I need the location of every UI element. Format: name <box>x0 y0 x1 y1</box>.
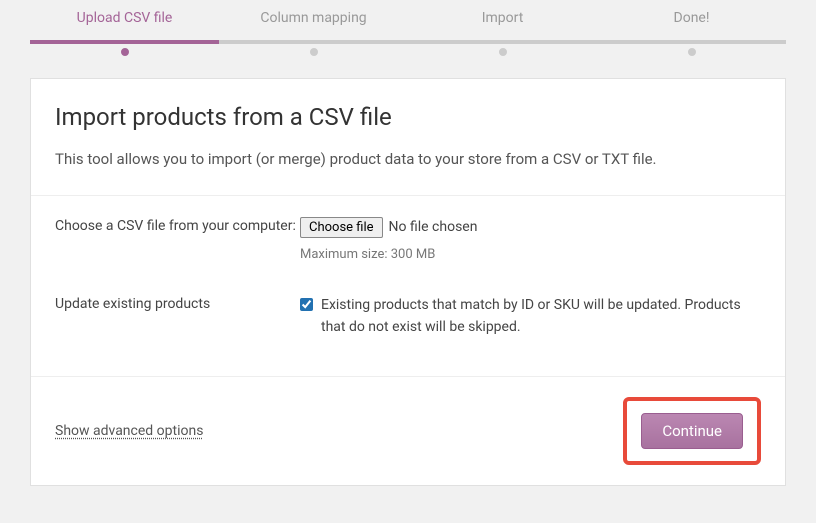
progress-stepper: Upload CSV file Column mapping Import Do… <box>30 0 786 50</box>
step-label: Upload CSV file <box>77 10 173 26</box>
step-upload: Upload CSV file <box>30 10 219 50</box>
update-existing-checkbox[interactable] <box>300 297 313 312</box>
card-footer: Show advanced options Continue <box>31 376 785 485</box>
step-dot-icon <box>495 44 511 60</box>
step-label: Done! <box>674 10 710 26</box>
page-description: This tool allows you to import (or merge… <box>55 147 761 171</box>
import-card: Import products from a CSV file This too… <box>30 78 786 486</box>
update-label: Update existing products <box>55 294 300 339</box>
step-mapping: Column mapping <box>219 10 408 50</box>
file-status: No file chosen <box>389 216 478 238</box>
choose-file-button[interactable]: Choose file <box>300 217 383 238</box>
card-header: Import products from a CSV file This too… <box>31 79 785 196</box>
continue-highlight: Continue <box>623 397 761 465</box>
step-label: Column mapping <box>260 10 366 26</box>
file-label: Choose a CSV file from your computer: <box>55 216 300 266</box>
update-row: Update existing products Existing produc… <box>55 294 761 339</box>
page-title: Import products from a CSV file <box>55 103 761 131</box>
card-body: Choose a CSV file from your computer: Ch… <box>31 196 785 376</box>
step-dot-icon <box>684 44 700 60</box>
step-done: Done! <box>597 10 786 50</box>
file-row: Choose a CSV file from your computer: Ch… <box>55 216 761 266</box>
show-advanced-link[interactable]: Show advanced options <box>55 423 203 439</box>
step-dot-icon <box>306 44 322 60</box>
step-import: Import <box>408 10 597 50</box>
continue-button[interactable]: Continue <box>641 413 743 449</box>
update-description: Existing products that match by ID or SK… <box>321 294 761 339</box>
file-size-hint: Maximum size: 300 MB <box>300 245 761 266</box>
step-dot-icon <box>117 44 133 60</box>
step-label: Import <box>482 10 524 26</box>
